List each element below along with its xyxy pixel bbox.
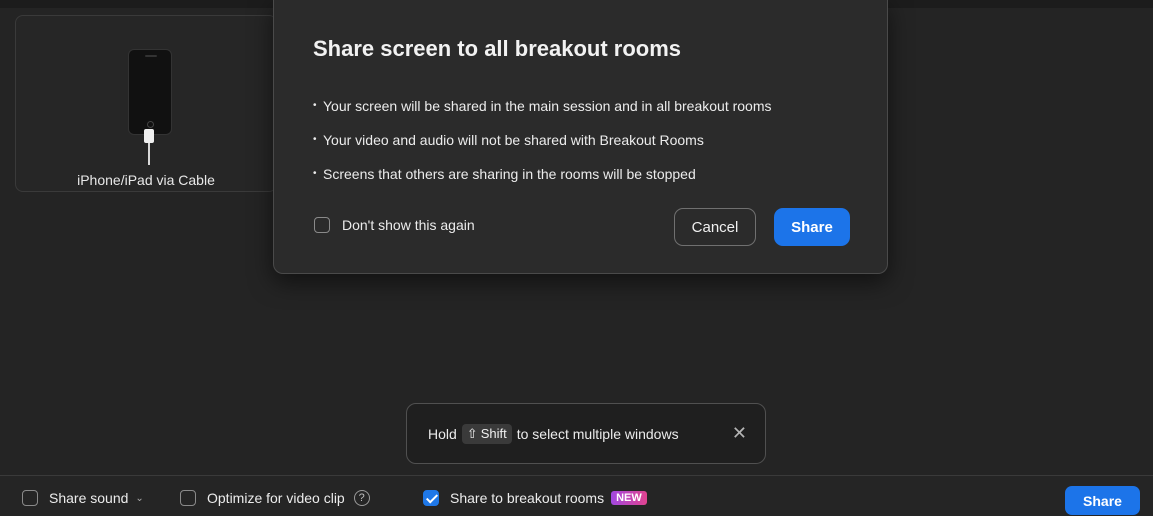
hint-prefix: Hold xyxy=(428,425,457,442)
multi-select-hint-toast: Hold ⇧ Shift to select multiple windows ✕ xyxy=(406,403,766,464)
dialog-bullet-list: • Your screen will be shared in the main … xyxy=(313,97,772,199)
dont-show-again-checkbox[interactable] xyxy=(314,217,330,233)
iphone-icon xyxy=(128,49,172,135)
share-sound-checkbox[interactable] xyxy=(22,490,38,506)
share-option-iphone-cable[interactable]: iPhone/iPad via Cable xyxy=(15,15,277,192)
dialog-title: Share screen to all breakout rooms xyxy=(313,36,682,61)
optimize-video-option[interactable]: Optimize for video clip ? xyxy=(180,490,370,506)
dialog-bullet: • Your video and audio will not be shared… xyxy=(313,131,772,165)
bullet-text: Your screen will be shared in the main s… xyxy=(323,98,772,114)
cable-plug-icon xyxy=(144,129,154,143)
dialog-bullet: • Your screen will be shared in the main … xyxy=(313,97,772,131)
dont-show-again-label: Don't show this again xyxy=(342,217,475,233)
bullet-glyph: • xyxy=(313,100,317,111)
bullet-text: Your video and audio will not be shared … xyxy=(323,132,704,148)
help-icon[interactable]: ? xyxy=(353,490,370,506)
share-screen-window: iPhone/iPad via Cable Share screen to al… xyxy=(0,0,1153,516)
chevron-down-icon[interactable]: ⌄ xyxy=(135,493,143,504)
share-sound-label: Share sound xyxy=(49,490,129,506)
share-sound-option[interactable]: Share sound ⌄ xyxy=(22,490,144,506)
new-badge: NEW xyxy=(611,491,647,505)
phone-speaker xyxy=(145,55,157,57)
bottom-options-bar: Share sound ⌄ Optimize for video clip ? … xyxy=(0,475,1153,516)
shift-key-icon: ⇧ xyxy=(466,425,478,441)
share-to-breakout-option[interactable]: Share to breakout rooms NEW xyxy=(423,490,647,506)
share-to-breakout-checkbox[interactable] xyxy=(423,490,439,506)
shift-key-label: Shift xyxy=(480,426,507,441)
dialog-bullet: • Screens that others are sharing in the … xyxy=(313,165,772,199)
cable-wire-icon xyxy=(148,143,150,165)
share-option-label: iPhone/iPad via Cable xyxy=(77,172,215,188)
close-icon[interactable]: ✕ xyxy=(732,423,747,443)
optimize-video-label: Optimize for video clip xyxy=(207,490,345,506)
bullet-text: Screens that others are sharing in the r… xyxy=(323,166,696,182)
share-button[interactable]: Share xyxy=(1065,486,1140,515)
phone-home-button xyxy=(147,121,154,128)
dialog-share-button[interactable]: Share xyxy=(774,208,850,246)
breakout-share-dialog: Share screen to all breakout rooms • Your… xyxy=(273,0,888,274)
share-to-breakout-label: Share to breakout rooms xyxy=(450,490,605,506)
optimize-video-checkbox[interactable] xyxy=(180,490,196,506)
hint-suffix: to select multiple windows xyxy=(516,425,679,442)
bullet-glyph: • xyxy=(313,134,317,145)
bullet-glyph: • xyxy=(313,168,317,179)
dont-show-again-option[interactable]: Don't show this again xyxy=(314,217,475,233)
cancel-button[interactable]: Cancel xyxy=(674,208,756,246)
shift-key-hint: ⇧ Shift xyxy=(461,423,512,444)
